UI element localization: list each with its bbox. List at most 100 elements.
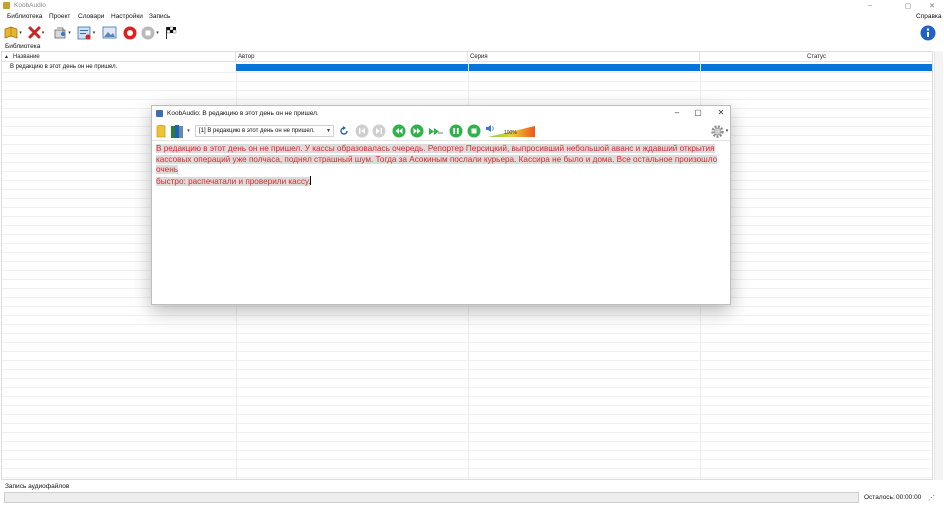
remaining-label: Осталось: [864, 494, 895, 501]
skip-forward-icon [372, 124, 386, 138]
record-icon [123, 26, 137, 39]
reader-text: В редакцию в этот день он не пришел. У к… [156, 144, 730, 187]
pause-button[interactable] [449, 124, 463, 138]
delete-button[interactable]: ▾ [26, 25, 46, 40]
table-cell-status[interactable] [701, 64, 932, 71]
column-header-series[interactable]: Серия [468, 52, 700, 62]
remaining-time: 00:00:00 [896, 494, 922, 501]
table-grid-line [2, 432, 932, 433]
menu-help[interactable]: Справка [916, 13, 942, 20]
player-stop-button[interactable] [467, 124, 481, 138]
reader-close-button[interactable]: ✕ [714, 108, 728, 118]
stop-icon [141, 26, 155, 39]
menu-dictionaries[interactable]: Словари [78, 13, 104, 20]
table-grid-line [2, 99, 932, 100]
table-grid-line [2, 81, 932, 82]
reader-settings-button[interactable]: ▾ [709, 123, 729, 139]
table-row-title[interactable]: В редакцию в этот день он не пришел. [10, 64, 117, 70]
table-grid-line [2, 423, 932, 424]
rewind-button[interactable] [392, 124, 406, 138]
gear-icon [711, 124, 724, 138]
table-grid-line [2, 459, 932, 460]
settings-check-button[interactable]: ▾ [75, 25, 97, 40]
library-label: Библиотека [5, 43, 41, 50]
image-button[interactable] [101, 25, 117, 40]
text-line-1: В редакцию в этот день он не пришел. У к… [156, 144, 715, 153]
reader-window-title: KoobAudio: В редакцию в этот день он не … [167, 109, 319, 117]
record-button[interactable] [122, 25, 138, 40]
refresh-icon [340, 126, 348, 135]
chevron-down-icon: ▼ [326, 128, 331, 134]
reader-minimize-button[interactable]: – [670, 108, 684, 118]
minimize-button[interactable]: – [858, 0, 882, 11]
skip-forward-button[interactable] [372, 124, 386, 138]
table-grid-line [2, 333, 932, 334]
table-grid-line [2, 378, 932, 379]
fast-forward-button[interactable] [410, 124, 424, 138]
text-caret [310, 175, 312, 185]
book-open-icon [4, 26, 18, 39]
table-cell-author[interactable] [236, 64, 468, 71]
maximize-button[interactable]: ▢ [896, 0, 920, 11]
play-speed-icon [429, 127, 443, 135]
fast-forward-icon [410, 124, 424, 138]
table-grid-line [2, 306, 932, 307]
settings-check-icon [77, 26, 91, 39]
volume-slider[interactable]: 100% [486, 125, 536, 138]
refresh-button[interactable] [338, 125, 350, 137]
table-grid-line [2, 441, 932, 442]
close-button[interactable]: ✕ [920, 0, 944, 11]
chapter-select[interactable]: [1] В редакцию в этот день он не пришел.… [195, 125, 334, 137]
table-grid-line [2, 351, 932, 352]
app-titlebar: KoobAudio [0, 0, 944, 11]
menu-settings[interactable]: Настройки [111, 13, 143, 20]
table-grid-line [2, 72, 932, 73]
rewind-icon [392, 124, 406, 138]
open-file-icon [54, 27, 66, 39]
table-grid-line [2, 360, 932, 361]
table-grid-line [2, 387, 932, 388]
table-cell-series[interactable] [469, 64, 700, 71]
reader-toolbar: ▾ [1] В редакцию в этот день он не прише… [152, 121, 730, 141]
table-grid-line [2, 90, 932, 91]
finish-button[interactable] [164, 25, 178, 40]
skip-back-button[interactable] [355, 124, 369, 138]
table-grid-line [2, 405, 932, 406]
image-icon [102, 26, 116, 39]
open-file-button[interactable]: ▾ [52, 25, 72, 40]
menu-project[interactable]: Проект [49, 13, 70, 20]
sort-up-icon: ▲ [4, 54, 9, 60]
text-line-2: кассовых операций уже полчаса, поднял ст… [156, 154, 718, 175]
reader-window: KoobAudio: В редакцию в этот день он не … [151, 105, 731, 305]
books-button[interactable]: ▾ [169, 123, 191, 139]
stop-icon [467, 124, 481, 138]
text-line-3: быстро: распечатали и проверили кассу. [156, 176, 311, 186]
column-header-status[interactable]: Статус [700, 52, 932, 62]
open-book-button[interactable]: ▾ [3, 25, 23, 40]
column-header-author[interactable]: Автор [236, 52, 468, 62]
table-grid-line [2, 315, 932, 316]
app-logo-icon [3, 2, 10, 9]
folder-button[interactable] [155, 123, 167, 139]
reader-maximize-button[interactable]: ▢ [691, 108, 705, 118]
stop-button[interactable]: ▾ [140, 25, 160, 40]
table-grid-line [2, 450, 932, 451]
table-grid-line [2, 468, 932, 469]
resize-grip-icon[interactable]: ⋰ [928, 494, 935, 502]
window-title: KoobAudio [14, 2, 46, 9]
play-speed-button[interactable] [428, 125, 444, 137]
pause-icon [449, 124, 463, 138]
folder-icon [156, 124, 166, 138]
info-icon [920, 25, 936, 40]
table-grid-line [2, 324, 932, 325]
menu-library[interactable]: Библиотека [7, 13, 42, 20]
menu-record[interactable]: Запись [149, 13, 170, 20]
menu-bar: Библиотека Проект Словари Настройки Запи… [0, 12, 944, 23]
x-mark-icon [28, 26, 41, 39]
info-button[interactable] [919, 25, 937, 40]
vertical-scrollbar[interactable] [934, 51, 943, 480]
volume-value: 100% [504, 130, 517, 136]
column-header-title[interactable]: ▲ Название [2, 52, 236, 62]
reader-text-area[interactable]: В редакцию в этот день он не пришел. У к… [156, 144, 730, 302]
recording-progress-bar [4, 492, 859, 503]
